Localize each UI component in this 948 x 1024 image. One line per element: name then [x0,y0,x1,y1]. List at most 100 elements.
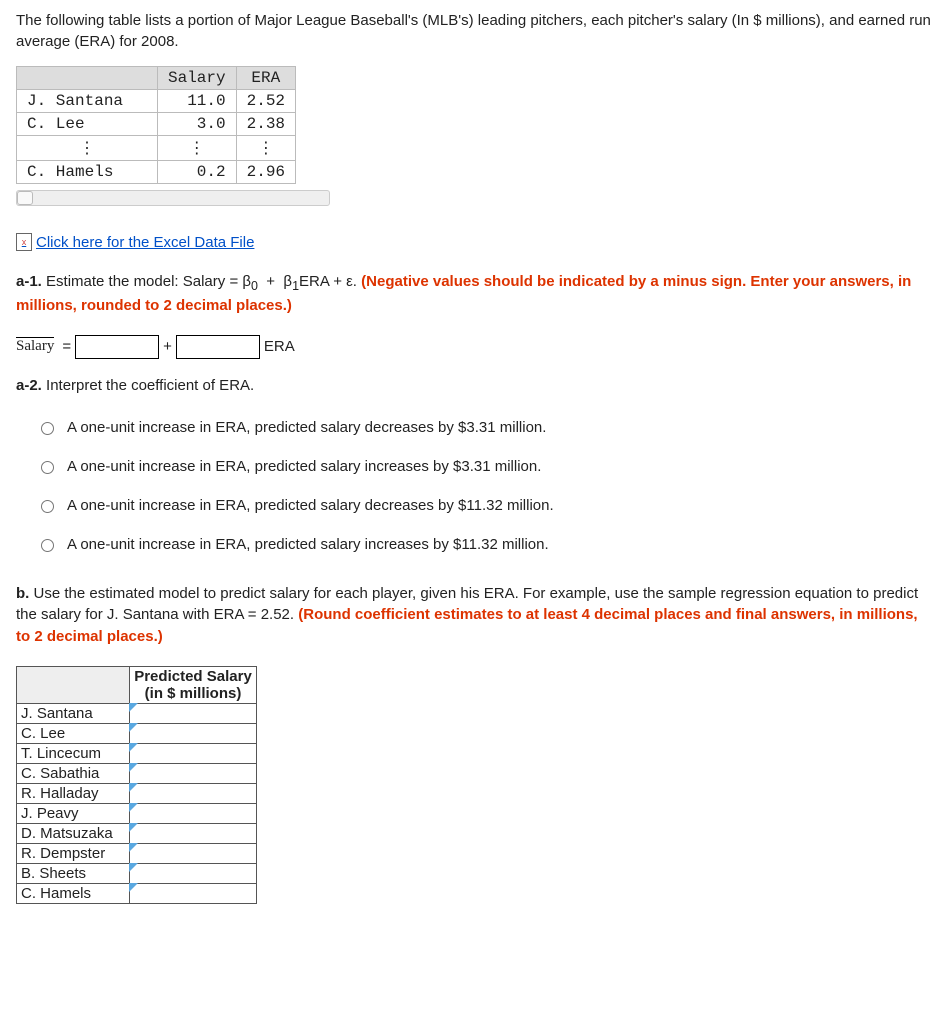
beta0-input[interactable] [75,335,159,359]
pred-salary-input-cell[interactable] [130,724,257,744]
question-b: b. Use the estimated model to predict sa… [16,583,932,648]
a2-option-0[interactable]: A one-unit increase in ERA, predicted sa… [36,419,932,436]
cell-name: C. Hamels [17,161,158,184]
a2-option-label: A one-unit increase in ERA, predicted sa… [67,536,549,553]
pred-table-row: C. Sabathia [17,764,257,784]
a1-plus: + [262,273,279,290]
cell-salary: 11.0 [158,90,237,113]
table-row: C. Lee 3.0 2.38 [17,113,296,136]
q-label-a1: a-1. [16,273,42,290]
q-label-a2: a-2. [16,377,42,394]
equals-sign: = [62,338,71,355]
a2-radio-1[interactable] [41,461,54,474]
table-row: J. Santana 11.0 2.52 [17,90,296,113]
a2-radio-0[interactable] [41,422,54,435]
beta1: β [283,273,292,290]
excel-link-label: Click here for the Excel Data File [36,234,254,251]
vdots-icon: ⋮ [17,136,158,161]
input-marker-icon [129,783,138,792]
pred-player-name: B. Sheets [17,864,130,884]
pred-salary-input-cell[interactable] [130,764,257,784]
beta1-sub: 1 [292,279,299,293]
predicted-salary-table: Predicted Salary (in $ millions) J. Sant… [16,666,257,905]
pred-player-name: D. Matsuzaka [17,824,130,844]
input-marker-icon [129,843,138,852]
beta0-sub: 0 [251,279,258,293]
beta0: β [242,273,251,290]
pred-player-name: R. Halladay [17,784,130,804]
excel-data-file-link[interactable]: x Click here for the Excel Data File [16,233,254,251]
a2-option-3[interactable]: A one-unit increase in ERA, predicted sa… [36,536,932,553]
cell-name: C. Lee [17,113,158,136]
cell-era: 2.38 [236,113,295,136]
table-row: C. Hamels 0.2 2.96 [17,161,296,184]
pred-table-row: J. Peavy [17,804,257,824]
a1-model-end: ERA + ε. [299,273,361,290]
a2-option-2[interactable]: A one-unit increase in ERA, predicted sa… [36,497,932,514]
pred-salary-input-cell[interactable] [130,844,257,864]
input-marker-icon [129,823,138,832]
pred-table-row: T. Lincecum [17,744,257,764]
pred-table-row: C. Hamels [17,884,257,904]
cell-salary: 0.2 [158,161,237,184]
input-marker-icon [129,863,138,872]
vdots-icon: ⋮ [236,136,295,161]
cell-salary: 3.0 [158,113,237,136]
q-label-b: b. [16,585,29,602]
input-marker-icon [129,763,138,772]
cell-name: J. Santana [17,90,158,113]
col-header-blank [17,67,158,90]
pred-player-name: C. Lee [17,724,130,744]
a2-option-1[interactable]: A one-unit increase in ERA, predicted sa… [36,458,932,475]
input-marker-icon [129,723,138,732]
pred-salary-input-cell[interactable] [130,884,257,904]
scrollbar-thumb[interactable] [17,191,33,205]
pred-table-row: J. Santana [17,704,257,724]
pred-player-name: C. Sabathia [17,764,130,784]
a2-radio-3[interactable] [41,539,54,552]
pred-salary-input-cell[interactable] [130,744,257,764]
pred-table-row: R. Dempster [17,844,257,864]
input-marker-icon [129,703,138,712]
a2-text: Interpret the coefficient of ERA. [42,377,254,394]
salary-hat-label: Salary [16,338,54,355]
pred-player-name: C. Hamels [17,884,130,904]
input-marker-icon [129,883,138,892]
question-a2: a-2. Interpret the coefficient of ERA. [16,375,932,397]
pred-table-row: C. Lee [17,724,257,744]
question-a1: a-1. Estimate the model: Salary = β0 + β… [16,271,932,317]
pred-player-name: J. Santana [17,704,130,724]
col-header-era: ERA [236,67,295,90]
plus-sign: + [163,338,172,355]
era-unit-label: ERA [264,338,295,355]
pred-table-row: B. Sheets [17,864,257,884]
intro-text: The following table lists a portion of M… [16,10,932,52]
pred-player-name: J. Peavy [17,804,130,824]
input-marker-icon [129,803,138,812]
pred-table-row: D. Matsuzaka [17,824,257,844]
pred-table-row: R. Halladay [17,784,257,804]
cell-era: 2.52 [236,90,295,113]
table-ellipsis-row: ⋮ ⋮ ⋮ [17,136,296,161]
pred-salary-input-cell[interactable] [130,784,257,804]
file-icon: x [16,233,32,251]
col-header-salary: Salary [158,67,237,90]
input-marker-icon [129,743,138,752]
pred-header-blank [17,666,130,704]
a2-option-label: A one-unit increase in ERA, predicted sa… [67,497,554,514]
a2-option-label: A one-unit increase in ERA, predicted sa… [67,458,541,475]
pred-salary-input-cell[interactable] [130,864,257,884]
pred-player-name: R. Dempster [17,844,130,864]
pred-salary-input-cell[interactable] [130,704,257,724]
a1-text: Estimate the model: Salary = [42,273,243,290]
pred-header-salary: Predicted Salary (in $ millions) [130,666,257,704]
cell-era: 2.96 [236,161,295,184]
beta1-input[interactable] [176,335,260,359]
horizontal-scrollbar[interactable] [16,190,330,206]
a2-radio-2[interactable] [41,500,54,513]
pred-player-name: T. Lincecum [17,744,130,764]
pitcher-data-table: Salary ERA J. Santana 11.0 2.52 C. Lee 3… [16,66,296,184]
vdots-icon: ⋮ [158,136,237,161]
pred-salary-input-cell[interactable] [130,824,257,844]
pred-salary-input-cell[interactable] [130,804,257,824]
